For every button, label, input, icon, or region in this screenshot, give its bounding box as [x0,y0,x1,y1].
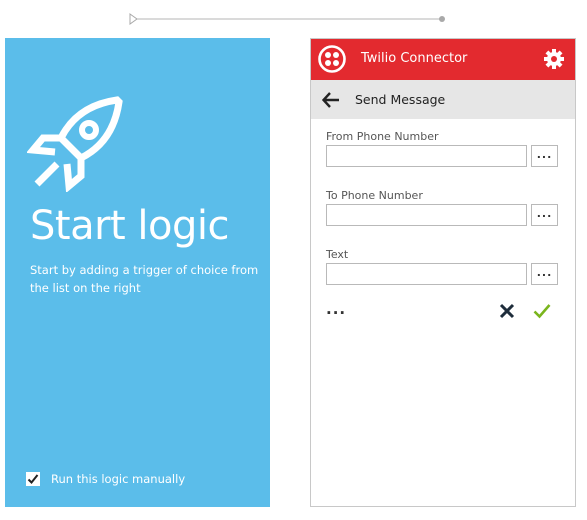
text-label: Text [326,248,349,261]
to-phone-input[interactable] [326,204,527,226]
text-picker-button[interactable]: ... [531,263,558,285]
text-input[interactable] [326,263,527,285]
rocket-icon [27,96,123,192]
action-title: Send Message [355,92,446,107]
from-phone-label: From Phone Number [326,130,439,143]
to-phone-picker-button[interactable]: ... [531,204,558,226]
action-bar: Send Message [311,80,575,119]
run-manually-row[interactable]: Run this logic manually [26,472,185,486]
twilio-connector-card: Twilio Connector Send Message From Phone… [310,38,576,507]
start-logic-panel: Start logic Start by adding a trigger of… [5,38,270,507]
to-phone-label: To Phone Number [326,189,423,202]
back-arrow-icon[interactable] [322,92,340,108]
flow-connector-line [129,13,445,25]
connector-title: Twilio Connector [361,51,468,66]
from-phone-picker-button[interactable]: ... [531,145,558,167]
checkmark-icon [27,474,39,484]
twilio-logo [318,45,346,73]
from-phone-input[interactable] [326,145,527,167]
start-logic-title: Start logic [30,203,230,249]
gear-icon[interactable] [543,48,565,70]
connector-header: Twilio Connector [311,39,575,80]
start-logic-description: Start by adding a trigger of choice from… [30,263,259,295]
cancel-icon[interactable] [499,303,515,319]
checkmark-icon[interactable] [533,303,551,319]
run-manually-checkbox[interactable] [26,472,40,486]
run-manually-label: Run this logic manually [51,472,186,486]
more-options-button[interactable]: ... [326,300,346,318]
